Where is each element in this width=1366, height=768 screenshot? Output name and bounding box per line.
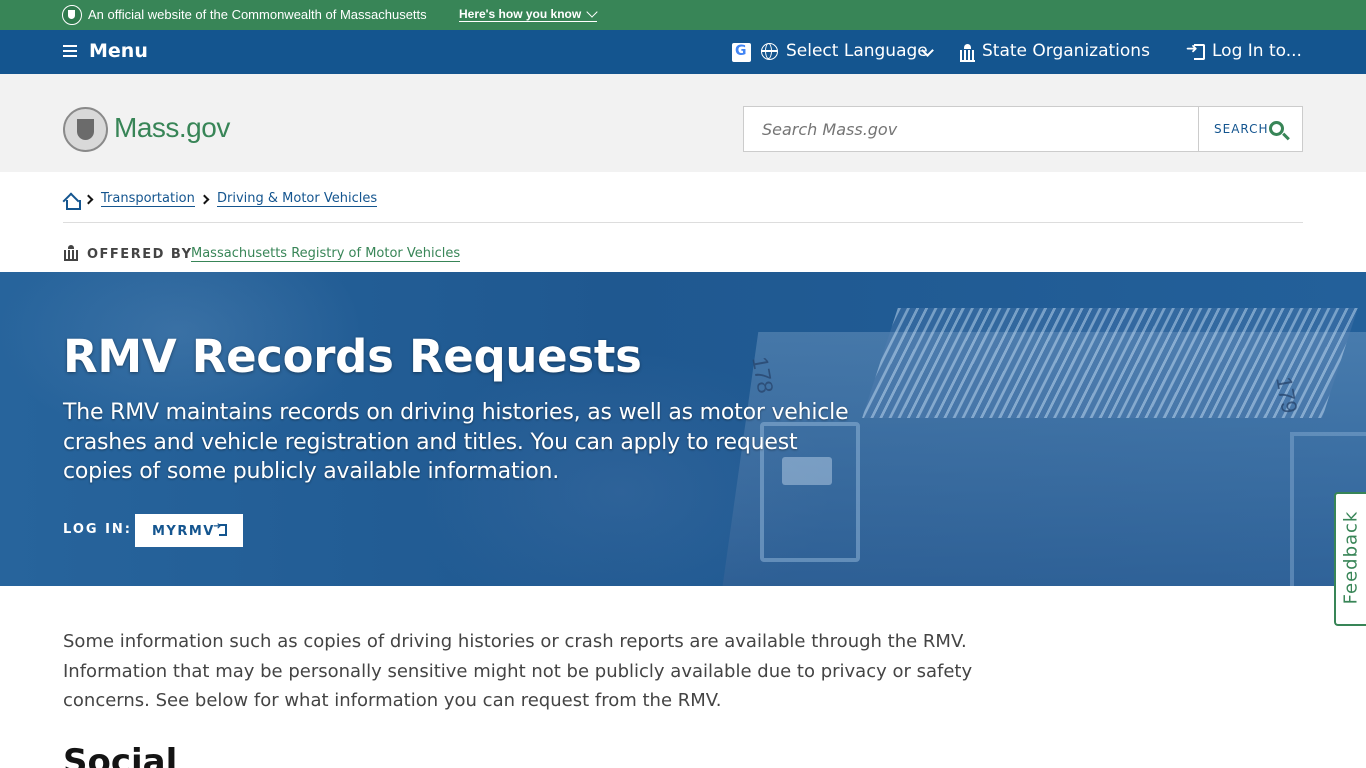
- breadcrumb-item-driving[interactable]: Driving & Motor Vehicles: [217, 191, 378, 207]
- chevron-down-icon: [586, 6, 598, 18]
- official-banner-text: An official website of the Commonwealth …: [88, 7, 427, 22]
- select-language-button[interactable]: Select Language: [786, 41, 928, 61]
- search-input[interactable]: [743, 106, 1199, 152]
- state-seal-icon: [62, 5, 82, 25]
- heres-how-you-know-label: Here's how you know: [459, 7, 582, 21]
- mass-seal-logo[interactable]: [63, 107, 108, 152]
- offered-by-org-link[interactable]: Massachusetts Registry of Motor Vehicles: [191, 246, 461, 262]
- site-logo-text[interactable]: Mass.gov: [114, 112, 230, 144]
- myrmv-button[interactable]: MYRMV: [135, 514, 243, 547]
- hamburger-icon: [63, 45, 77, 57]
- page-description: The RMV maintains records on driving his…: [63, 400, 849, 484]
- heres-how-you-know-link[interactable]: Here's how you know: [459, 6, 598, 22]
- official-banner: An official website of the Commonwealth …: [0, 0, 1366, 30]
- state-organizations-button[interactable]: State Organizations: [982, 41, 1150, 61]
- site-header: Mass.gov SEARCH: [0, 74, 1366, 172]
- search-button-label: SEARCH: [1214, 122, 1269, 136]
- home-icon[interactable]: [63, 194, 81, 210]
- chevron-right-icon: [199, 194, 210, 205]
- building-icon: [960, 44, 975, 62]
- globe-icon: [761, 43, 778, 60]
- google-translate-icon: G: [732, 43, 751, 62]
- feedback-tab[interactable]: Feedback: [1334, 492, 1366, 626]
- offered-by-label: OFFERED BY: [87, 247, 193, 262]
- sign-in-icon: [213, 521, 227, 536]
- page-title: RMV Records Requests: [63, 330, 642, 383]
- search-icon: [1269, 121, 1284, 136]
- section-heading: Social: [63, 742, 178, 768]
- sign-in-icon: [1186, 41, 1205, 60]
- log-in-button[interactable]: Log In to...: [1212, 41, 1302, 61]
- myrmv-label: MYRMV: [152, 524, 215, 539]
- building-icon: [64, 245, 78, 261]
- search-button[interactable]: SEARCH: [1198, 106, 1303, 152]
- intro-paragraph: Some information such as copies of drivi…: [63, 631, 973, 711]
- feedback-label: Feedback: [1340, 510, 1362, 605]
- chevron-right-icon: [83, 194, 94, 205]
- utility-nav: Menu G Select Language State Organizatio…: [0, 30, 1366, 74]
- login-label: LOG IN:: [63, 522, 132, 537]
- menu-label: Menu: [89, 40, 148, 62]
- divider: [63, 222, 1303, 223]
- breadcrumb-item-transportation[interactable]: Transportation: [101, 191, 195, 207]
